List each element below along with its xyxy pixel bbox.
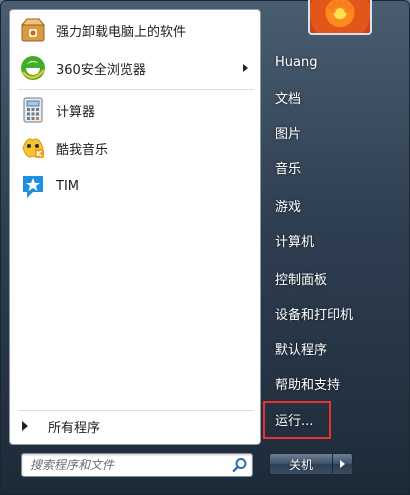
right-item-label: 默认程序 [275, 342, 328, 358]
divider [18, 410, 254, 411]
right-item-pictures[interactable]: 图片 [269, 118, 399, 146]
shutdown-options-button[interactable] [333, 453, 353, 475]
program-label: 强力卸载电脑上的软件 [56, 24, 187, 40]
start-menu: 强力卸载电脑上的软件 360安全浏览器 计算器 酷我音乐 TIM 所有程序 搜索… [0, 0, 410, 495]
search-area [9, 445, 261, 487]
right-item-label: 设备和打印机 [275, 307, 354, 323]
run-highlight-box [263, 401, 331, 439]
right-item-devices-printers[interactable]: 设备和打印机 [269, 299, 399, 327]
right-item-music[interactable]: 音乐 [269, 153, 399, 181]
all-programs-button[interactable]: 所有程序 [14, 414, 256, 438]
kuwo-music-icon [18, 133, 48, 163]
program-item-360-browser[interactable]: 360安全浏览器 [14, 50, 256, 86]
program-item-uninstaller[interactable]: 强力卸载电脑上的软件 [14, 12, 256, 48]
right-item-label: 控制面板 [275, 272, 328, 288]
tim-icon [18, 171, 48, 201]
program-label: 计算器 [56, 104, 96, 120]
triangle-right-icon [22, 421, 28, 431]
right-item-label: Huang [275, 54, 318, 70]
all-programs-label: 所有程序 [48, 420, 101, 436]
program-label: TIM [56, 178, 79, 194]
chevron-right-icon [340, 460, 345, 468]
search-input[interactable] [22, 454, 222, 476]
program-item-tim[interactable]: TIM [14, 168, 256, 204]
program-label: 酷我音乐 [56, 142, 109, 158]
shutdown-label: 关机 [288, 457, 313, 472]
program-item-calculator[interactable]: 计算器 [14, 92, 256, 128]
right-item-default-programs[interactable]: 默认程序 [269, 334, 399, 362]
program-label: 360安全浏览器 [56, 62, 146, 78]
right-item-label: 计算机 [275, 234, 315, 250]
right-item-user[interactable]: Huang [269, 48, 399, 76]
right-item-label: 游戏 [275, 199, 302, 215]
search-icon[interactable] [232, 457, 248, 473]
programs-pane: 强力卸载电脑上的软件 360安全浏览器 计算器 酷我音乐 TIM 所有程序 [9, 9, 261, 445]
right-item-computer[interactable]: 计算机 [269, 226, 399, 254]
right-item-games[interactable]: 游戏 [269, 191, 399, 219]
search-box [21, 453, 253, 477]
right-item-label: 图片 [275, 126, 302, 142]
uninstall-box-icon [18, 15, 48, 45]
shutdown-button[interactable]: 关机 [269, 453, 333, 475]
right-item-control-panel[interactable]: 控制面板 [269, 264, 399, 292]
right-item-label: 帮助和支持 [275, 377, 341, 393]
shutdown-group: 关机 [269, 453, 353, 475]
user-avatar[interactable] [308, 0, 372, 35]
submenu-arrow-icon[interactable] [243, 64, 248, 72]
right-item-label: 文档 [275, 91, 302, 107]
right-item-label: 音乐 [275, 161, 302, 177]
right-item-documents[interactable]: 文档 [269, 83, 399, 111]
right-item-help-support[interactable]: 帮助和支持 [269, 369, 399, 397]
divider [18, 89, 254, 90]
calculator-icon [18, 95, 48, 125]
program-item-kuwo-music[interactable]: 酷我音乐 [14, 130, 256, 166]
browser-360-icon [18, 53, 48, 83]
